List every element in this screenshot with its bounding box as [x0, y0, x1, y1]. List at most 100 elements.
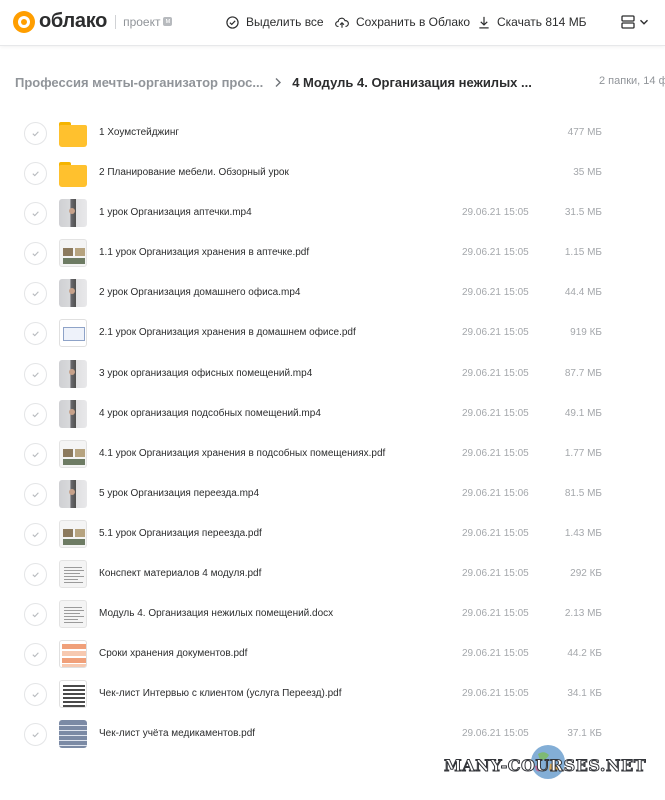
save-to-cloud-label: Сохранить в Облако: [356, 15, 471, 29]
check-icon: [32, 291, 39, 297]
select-checkbox[interactable]: [24, 402, 47, 426]
check-circle-icon: [226, 15, 239, 29]
select-checkbox[interactable]: [24, 322, 47, 346]
file-size: 35 МБ: [573, 167, 602, 179]
file-name[interactable]: Сроки хранения документов.pdf: [99, 648, 247, 659]
file-size: 34.1 КБ: [567, 688, 602, 700]
video-thumbnail: [59, 359, 87, 388]
file-name[interactable]: 1.1 урок Организация хранения в аптечке.…: [99, 247, 309, 258]
file-size: 1.77 МБ: [564, 447, 602, 459]
file-size: 292 КБ: [570, 568, 602, 580]
check-icon: [32, 652, 39, 658]
pdf-thumbnail: [59, 519, 87, 548]
check-icon: [32, 532, 39, 538]
breadcrumb-current: 4 Модуль 4. Организация нежилых ...: [292, 74, 532, 90]
file-date: 29.06.21 15:05: [462, 247, 529, 259]
select-checkbox[interactable]: [24, 563, 47, 587]
view-mode-button[interactable]: [621, 15, 650, 29]
check-icon: [32, 732, 39, 738]
select-checkbox[interactable]: [24, 202, 47, 226]
check-icon: [32, 211, 39, 217]
file-name[interactable]: 3 урок организация офисных помещений.mp4: [99, 368, 312, 379]
file-name[interactable]: Конспект материалов 4 модуля.pdf: [99, 568, 261, 579]
document-thumbnail: [59, 560, 87, 589]
file-row[interactable]: 1.1 урок Организация хранения в аптечке.…: [0, 233, 665, 273]
file-row[interactable]: 2.1 урок Организация хранения в домашнем…: [0, 313, 665, 353]
select-checkbox[interactable]: [24, 723, 47, 747]
select-checkbox[interactable]: [24, 683, 47, 707]
check-icon: [32, 371, 39, 377]
file-row[interactable]: 4 урок организация подсобных помещений.m…: [0, 394, 665, 434]
check-icon: [32, 612, 39, 618]
pdf-thumbnail: [59, 640, 87, 669]
chevron-down-icon: [640, 19, 648, 25]
select-checkbox[interactable]: [24, 482, 47, 506]
file-name[interactable]: 4.1 урок Организация хранения в подсобны…: [99, 448, 385, 459]
video-thumbnail: [59, 279, 87, 308]
file-name[interactable]: 2 урок Организация домашнего офиса.mp4: [99, 287, 300, 298]
pdf-thumbnail: [59, 680, 87, 709]
file-date: 29.06.21 15:05: [462, 648, 529, 660]
at-logo-icon: [13, 10, 35, 33]
file-name[interactable]: 2 Планирование мебели. Обзорный урок: [99, 167, 289, 178]
select-checkbox[interactable]: [24, 362, 47, 386]
file-row[interactable]: 5 урок Организация переезда.mp4 29.06.21 …: [0, 474, 665, 514]
select-checkbox[interactable]: [24, 442, 47, 466]
list-view-icon: [621, 15, 635, 29]
file-row[interactable]: 5.1 урок Организация переезда.pdf 29.06.2…: [0, 514, 665, 554]
pdf-thumbnail: [59, 439, 87, 468]
file-name[interactable]: Чек-лист Интервью с клиентом (услуга Пер…: [99, 688, 342, 699]
file-row[interactable]: Чек-лист Интервью с клиентом (услуга Пер…: [0, 674, 665, 714]
file-name[interactable]: 1 урок Организация аптечки.mp4: [99, 207, 252, 218]
file-name[interactable]: 1 Хоумстейджинг: [99, 127, 179, 138]
select-checkbox[interactable]: [24, 282, 47, 306]
file-row[interactable]: 2 Планирование мебели. Обзорный урок 35 М…: [0, 153, 665, 193]
select-all-button[interactable]: Выделить все: [226, 15, 324, 29]
file-name[interactable]: Модуль 4. Организация нежилых помещений.…: [99, 608, 333, 619]
file-size: 81.5 МБ: [564, 487, 602, 499]
pdf-thumbnail: [59, 720, 87, 749]
file-row[interactable]: Сроки хранения документов.pdf 29.06.21 15…: [0, 634, 665, 674]
file-name[interactable]: Чек-лист учёта медикаментов.pdf: [99, 728, 255, 739]
file-date: 29.06.21 15:05: [462, 728, 529, 740]
file-row[interactable]: Конспект материалов 4 модуля.pdf 29.06.21…: [0, 554, 665, 594]
file-name[interactable]: 4 урок организация подсобных помещений.m…: [99, 408, 321, 419]
select-checkbox[interactable]: [24, 643, 47, 667]
pdf-thumbnail: [59, 239, 87, 268]
folder-icon: [59, 159, 87, 188]
file-size: 44.4 МБ: [564, 287, 602, 299]
file-date: 29.06.21 15:06: [462, 487, 529, 499]
file-row[interactable]: 4.1 урок Организация хранения в подсобны…: [0, 434, 665, 474]
select-checkbox[interactable]: [24, 162, 47, 186]
file-name[interactable]: 2.1 урок Организация хранения в домашнем…: [99, 327, 356, 338]
file-size: 44.2 КБ: [567, 648, 602, 660]
file-row[interactable]: 1 урок Организация аптечки.mp4 29.06.21 1…: [0, 193, 665, 233]
save-to-cloud-button[interactable]: Сохранить в Облако: [335, 15, 470, 29]
folder-icon: [59, 119, 87, 147]
file-name[interactable]: 5 урок Организация переезда.mp4: [99, 488, 259, 499]
file-row[interactable]: 1 Хоумстейджинг 477 МБ: [0, 113, 665, 153]
file-size: 1.15 МБ: [564, 247, 602, 259]
file-date: 29.06.21 15:05: [462, 447, 529, 459]
select-checkbox[interactable]: [24, 242, 47, 266]
download-label: Скачать 814 МБ: [497, 15, 587, 29]
breadcrumb: Профессия мечты-организатор прос... 4 Мо…: [15, 73, 665, 91]
check-icon: [32, 331, 39, 337]
file-size: 37.1 КБ: [567, 728, 602, 740]
breadcrumb-parent-link[interactable]: Профессия мечты-организатор прос...: [15, 75, 263, 90]
file-row[interactable]: Модуль 4. Организация нежилых помещений.…: [0, 594, 665, 634]
select-checkbox[interactable]: [24, 122, 47, 145]
select-checkbox[interactable]: [24, 603, 47, 627]
file-name[interactable]: 5.1 урок Организация переезда.pdf: [99, 528, 262, 539]
chevron-right-icon: [274, 77, 282, 88]
logo[interactable]: облако проект м: [13, 10, 173, 33]
download-button[interactable]: Скачать 814 МБ: [478, 15, 587, 29]
check-icon: [32, 572, 39, 578]
file-date: 29.06.21 15:05: [462, 568, 529, 580]
file-size: 2.13 МБ: [564, 608, 602, 620]
file-size: 919 КБ: [570, 327, 602, 339]
file-row[interactable]: 3 урок организация офисных помещений.mp4…: [0, 354, 665, 394]
file-date: 29.06.21 15:05: [462, 407, 529, 419]
select-checkbox[interactable]: [24, 522, 47, 546]
file-row[interactable]: 2 урок Организация домашнего офиса.mp4 29…: [0, 273, 665, 313]
